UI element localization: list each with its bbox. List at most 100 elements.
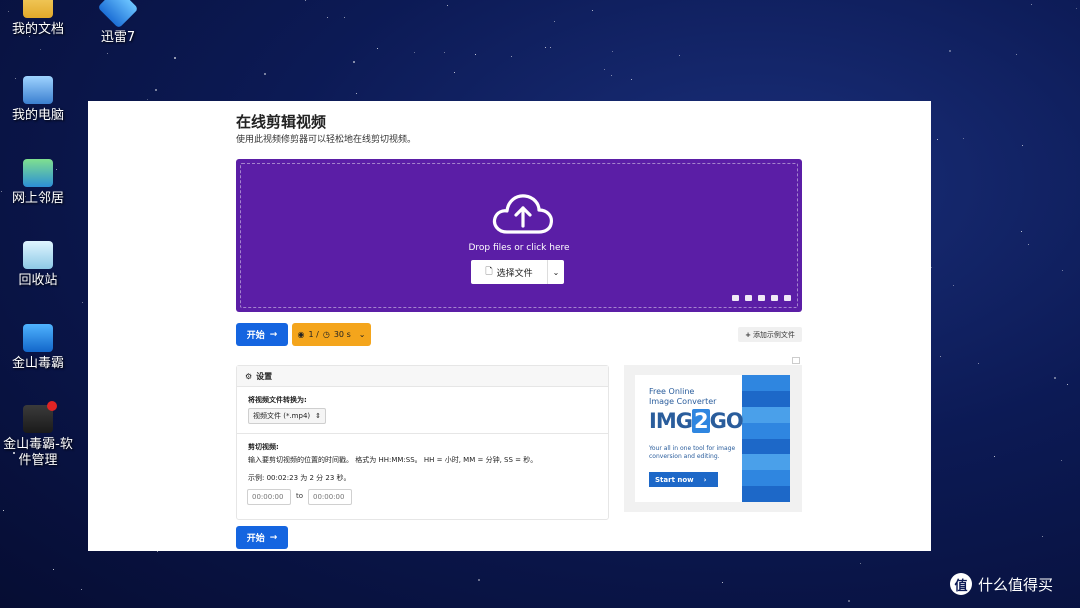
desktop-icon-my-documents[interactable]: 我的文档: [0, 0, 76, 38]
star: [612, 51, 613, 52]
star: [447, 5, 448, 6]
ad-banner[interactable]: Free Online Image Converter IMG2GO Your …: [635, 375, 790, 502]
chevron-down-icon: ⌄: [358, 330, 366, 339]
star: [604, 69, 605, 70]
star: [454, 72, 455, 73]
folder-icon[interactable]: [732, 295, 739, 301]
desktop-icon-network[interactable]: 网上邻居: [0, 159, 76, 207]
star: [931, 267, 932, 268]
add-sample-button[interactable]: + 添加示例文件: [738, 327, 802, 342]
star: [963, 138, 964, 139]
notification-badge-icon: [47, 401, 57, 411]
settings-panel: ⚙ 设置 将视频文件转换为: 视频文件 (*.mp4) ⇕ 剪切视频: 输入要剪…: [236, 365, 609, 520]
trim-hint: 输入要剪切视频的位置的时间戳。 格式为 HH:MM:SS。 HH = 小时, M…: [248, 456, 538, 464]
star: [722, 582, 723, 583]
source-icons: [732, 295, 791, 301]
star: [592, 10, 593, 11]
trim-end-input[interactable]: [308, 489, 352, 505]
page-title: 在线剪辑视频: [236, 113, 327, 131]
trim-example: 示例: 00:02:23 为 2 分 23 秒。: [248, 474, 351, 482]
ad-logo-part: GO: [709, 409, 744, 433]
star: [53, 569, 54, 570]
ad-logo: IMG2GO: [649, 409, 744, 433]
star: [1067, 384, 1068, 385]
star: [1028, 244, 1029, 245]
ad-line2: Image Converter: [649, 397, 717, 406]
ad-container: Free Online Image Converter IMG2GO Your …: [624, 357, 802, 512]
bottom-start-button[interactable]: 开始 →: [236, 526, 288, 549]
desktop-icon-my-computer[interactable]: 我的电脑: [0, 76, 76, 124]
select-arrows-icon: ⇕: [315, 412, 321, 420]
choose-file-button[interactable]: 🗋 选择文件 ⌄: [471, 260, 564, 284]
star: [327, 17, 328, 18]
star: [40, 49, 41, 50]
ad-close-icon[interactable]: [792, 357, 800, 364]
star: [1031, 4, 1032, 5]
star: [994, 456, 995, 457]
star: [155, 89, 157, 91]
file-limit-button[interactable]: ◉ 1 / ◷ 30 s ⌄: [292, 323, 371, 346]
desktop-icon-xunlei[interactable]: 迅雷7: [80, 0, 156, 46]
ad-line1: Free Online: [649, 387, 695, 396]
plus-icon: +: [745, 330, 751, 339]
star: [157, 551, 158, 552]
star: [550, 47, 551, 48]
star: [174, 57, 176, 59]
settings-header: 设置: [256, 371, 273, 381]
star: [848, 600, 850, 602]
to-label: to: [296, 492, 304, 500]
star: [631, 79, 632, 80]
arrow-right-icon: →: [269, 532, 278, 543]
star: [679, 55, 680, 56]
page-subtitle: 使用此视频修剪器可以轻松地在线剪切视频。: [236, 135, 417, 145]
star: [949, 50, 951, 52]
file-limit-count: 1 /: [308, 330, 319, 339]
star: [937, 139, 938, 140]
divider: [237, 433, 608, 434]
coins-icon: ◉: [297, 330, 305, 339]
desktop-icon-kingsoft-software[interactable]: 金山毒霸-软件管理: [0, 401, 76, 469]
star: [511, 56, 512, 57]
start-label: 开始: [246, 331, 265, 341]
star: [475, 54, 476, 55]
dropbox-icon[interactable]: [771, 295, 778, 301]
format-select[interactable]: 视频文件 (*.mp4) ⇕: [248, 408, 326, 424]
star: [1042, 536, 1043, 537]
smzdm-logo-icon: 值: [950, 573, 972, 595]
star: [940, 356, 941, 357]
chevron-down-icon[interactable]: ⌄: [548, 268, 564, 277]
add-sample-label: 添加示例文件: [752, 330, 795, 339]
ad-logo-part: 2: [691, 409, 710, 433]
ad-start-now-button[interactable]: Start now ›: [649, 472, 718, 487]
star: [1054, 377, 1056, 379]
choose-file-label: 选择文件: [496, 268, 533, 279]
star: [444, 52, 445, 53]
recycle-bin-icon: [23, 241, 53, 269]
star: [1062, 270, 1063, 271]
copy-icon[interactable]: [784, 295, 791, 301]
ad-heading: Free Online Image Converter: [649, 387, 716, 407]
gears-icon: ⚙: [245, 371, 253, 381]
star: [953, 285, 954, 286]
watermark-text: 什么值得买: [978, 575, 1054, 594]
trim-label: 剪切视频:: [248, 443, 279, 451]
desktop-icon-kingsoft[interactable]: 金山毒霸: [0, 324, 76, 372]
ad-logo-part: IMG: [649, 409, 693, 433]
star: [1061, 460, 1062, 461]
dropzone-prompt: Drop files or click here: [468, 243, 570, 253]
star: [82, 302, 83, 303]
trim-start-input[interactable]: [247, 489, 291, 505]
link-icon[interactable]: [745, 295, 752, 301]
file-dropzone[interactable]: Drop files or click here 🗋 选择文件 ⌄: [236, 159, 802, 312]
desktop-icon-recycle-bin[interactable]: 回收站: [0, 241, 76, 289]
star: [1076, 8, 1077, 9]
star: [1016, 54, 1017, 55]
star: [353, 61, 355, 63]
google-drive-icon[interactable]: [758, 295, 765, 301]
format-value: 视频文件 (*.mp4): [253, 412, 311, 420]
xunlei-icon: [97, 0, 139, 29]
start-button[interactable]: 开始 →: [236, 323, 288, 346]
desktop-icon-label: 网上邻居: [11, 191, 64, 206]
kingsoft-antivirus-icon: [23, 324, 53, 352]
star: [344, 17, 345, 18]
